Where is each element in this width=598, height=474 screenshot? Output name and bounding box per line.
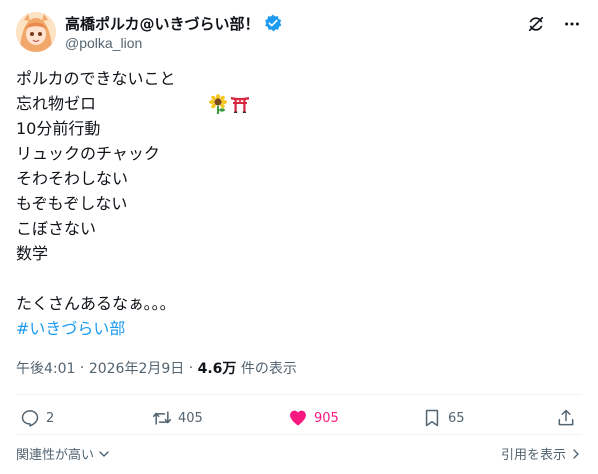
post-line: もぞもぞしない — [16, 194, 128, 213]
post-line: こぼさない — [16, 219, 97, 238]
bookmark-icon — [425, 409, 439, 427]
view-quotes-button[interactable]: 引用を表示 — [501, 444, 582, 463]
repost-icon — [152, 411, 172, 425]
torii-emoji-icon — [200, 69, 250, 113]
post-line: リュックのチャック — [16, 144, 160, 163]
name-row: 高橋ポルカ@いきづらい部！ — [65, 13, 282, 33]
post-line-text: ポルカのできないこと — [16, 69, 176, 88]
post-date[interactable]: 2026年2月9日 — [89, 358, 184, 378]
more-icon[interactable] — [562, 14, 582, 34]
bookmark-button[interactable]: 65 — [422, 408, 465, 428]
post-time[interactable]: 午後4:01 — [16, 358, 75, 378]
post-line: たくさんあるなぁ。。。 — [16, 294, 176, 313]
verified-badge-icon — [264, 14, 282, 32]
grok-icon[interactable] — [526, 14, 546, 34]
action-bar: 2 405 905 65 — [16, 408, 582, 432]
hashtag-line: #いきづらい部 — [16, 316, 576, 341]
views-label: 件の表示 — [236, 361, 297, 377]
repost-button[interactable]: 405 — [152, 408, 203, 428]
post-line: 忘れ物ゼロ — [16, 94, 97, 113]
header-icons — [526, 14, 582, 34]
hashtag-link[interactable]: #いきづらい部 — [16, 316, 125, 341]
reply-button[interactable]: 2 — [20, 408, 54, 428]
post-meta: 午後4:01 · 2026年2月9日 · 4.6万 件の表示 — [16, 358, 297, 378]
divider — [16, 434, 582, 435]
post-line: そわそわしない — [16, 169, 129, 188]
post-line: 10分前行動 — [16, 119, 101, 138]
avatar[interactable] — [16, 12, 56, 52]
reply-icon — [21, 410, 39, 427]
quotes-label: 引用を表示 — [500, 448, 566, 463]
post-text: ポルカのできないこと 忘れ物ゼロ 10分前行動 リュックのチャック そわそわしな… — [16, 66, 576, 341]
repost-count: 405 — [178, 410, 203, 426]
meta-separator: · — [75, 360, 89, 376]
replies-footer: 関連性が高い 引用を表示 — [16, 444, 582, 463]
post-line: 数学 — [16, 244, 49, 263]
sunflower-emoji-icon — [178, 69, 228, 114]
chevron-right-icon — [573, 448, 579, 459]
divider — [16, 394, 582, 395]
like-count: 905 — [314, 410, 339, 426]
chevron-down-icon — [99, 450, 109, 457]
views-count[interactable]: 4.6万 — [198, 358, 237, 378]
handle[interactable]: @polka_lion — [65, 35, 142, 51]
reply-count: 2 — [46, 410, 55, 426]
post-line: ポルカのできないこと — [16, 66, 576, 114]
share-button[interactable] — [556, 408, 582, 428]
bookmark-count: 65 — [448, 410, 465, 426]
share-icon — [558, 409, 574, 426]
like-button[interactable]: 905 — [288, 408, 339, 428]
meta-separator: · — [184, 360, 198, 376]
post-header: 高橋ポルカ@いきづらい部！ @polka_lion — [16, 10, 582, 54]
sort-dropdown[interactable]: 関連性が高い — [16, 444, 110, 463]
sort-label: 関連性が高い — [16, 448, 95, 463]
display-name[interactable]: 高橋ポルカ@いきづらい部！ — [65, 13, 260, 34]
heart-filled-icon — [290, 410, 306, 426]
